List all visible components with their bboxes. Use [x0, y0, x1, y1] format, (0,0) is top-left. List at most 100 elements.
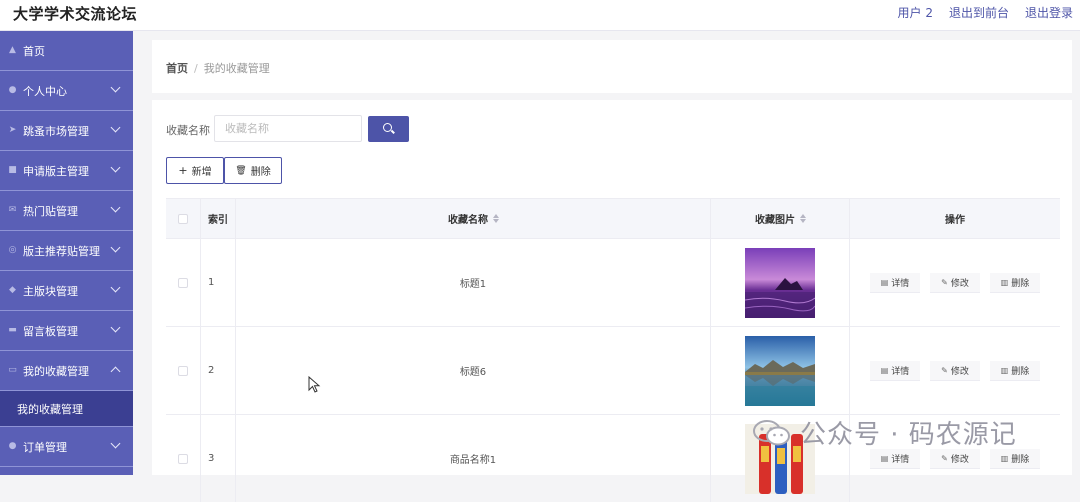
delete-row-button[interactable]: ▥ 删除 — [990, 272, 1040, 293]
sidebar-item-hot-posts[interactable]: ✉ 热门贴管理 — [0, 191, 133, 231]
edit-label: 修改 — [950, 454, 969, 465]
sidebar: ▲ 首页 ● 个人中心 ➤ 跳蚤市场管理 ■ 申请版主管理 ✉ 热门贴管理 ◎ … — [0, 31, 133, 475]
home-icon: ▲ — [9, 45, 16, 55]
sidebar-item-orders[interactable]: ● 订单管理 — [0, 427, 133, 467]
breadcrumb-home[interactable]: 首页 — [166, 62, 188, 75]
sidebar-item-favorites[interactable]: ▭ 我的收藏管理 — [0, 351, 133, 391]
search-input[interactable] — [214, 115, 362, 142]
logout-link[interactable]: 退出登录 — [1025, 4, 1073, 21]
message-icon: ▭ — [8, 365, 17, 375]
search-icon — [383, 123, 392, 132]
sidebar-item-market[interactable]: ➤ 跳蚤市场管理 — [0, 111, 133, 151]
user-menu-link[interactable]: 用户 2 — [898, 4, 933, 21]
sidebar-subitem-favorites[interactable]: 我的收藏管理 — [0, 391, 133, 427]
sidebar-item-guestbook[interactable]: ▬ 留言板管理 — [0, 311, 133, 351]
search-button[interactable] — [368, 116, 409, 142]
header-index: 索引 — [201, 199, 236, 238]
plus-icon: + — [178, 164, 188, 177]
lake-mountain-photo — [745, 335, 815, 406]
chevron-down-icon — [110, 162, 121, 173]
chevron-down-icon — [110, 322, 121, 333]
delete-label: 删除 — [1011, 454, 1030, 465]
row-image-cell — [711, 327, 850, 414]
sidebar-item-sections[interactable]: ◆ 主版块管理 — [0, 271, 133, 311]
edit-button[interactable]: ✎ 修改 — [930, 360, 980, 381]
app-title: 大学学术交流论坛 — [13, 5, 138, 23]
wechat-icon — [753, 419, 790, 445]
row-index: 1 — [201, 239, 236, 326]
sidebar-item-recommend[interactable]: ◎ 版主推荐贴管理 — [0, 231, 133, 271]
detail-button[interactable]: ▤ 详情 — [870, 360, 920, 381]
detail-icon: ▤ — [880, 277, 889, 287]
add-button[interactable]: + 新增 — [166, 157, 224, 184]
sidebar-item-home[interactable]: ▲ 首页 — [0, 31, 133, 71]
sidebar-item-label: 首页 — [23, 44, 45, 58]
row-ops: ▤ 详情 ✎ 修改 ▥ 删除 — [850, 239, 1060, 326]
trash-icon: ▥ — [1000, 365, 1009, 375]
edit-icon: ✎ — [941, 277, 948, 287]
send-icon: ➤ — [8, 125, 17, 135]
detail-button[interactable]: ▤ 详情 — [870, 272, 920, 293]
ticket-icon: ▬ — [8, 325, 17, 335]
user-icon: ● — [8, 85, 17, 95]
table-header: 索引 收藏名称 收藏图片 操作 — [166, 198, 1060, 238]
sidebar-item-label: 订单管理 — [23, 440, 67, 454]
breadcrumb-current: 我的收藏管理 — [203, 62, 270, 75]
trash-icon: 🗑 — [235, 165, 247, 176]
sidebar-item-personal[interactable]: ● 个人中心 — [0, 71, 133, 111]
add-button-label: 新增 — [191, 167, 212, 178]
sidebar-item-label: 我的收藏管理 — [23, 364, 89, 378]
select-all-checkbox[interactable] — [178, 213, 188, 224]
detail-icon: ▤ — [880, 453, 889, 463]
row-checkbox[interactable] — [178, 277, 188, 288]
header-image[interactable]: 收藏图片 — [711, 199, 850, 238]
row-checkbox-cell — [166, 415, 201, 502]
delete-button-label: 删除 — [250, 167, 271, 178]
back-to-front-link[interactable]: 退出到前台 — [949, 4, 1009, 21]
edit-button[interactable]: ✎ 修改 — [930, 272, 980, 293]
sidebar-item-label: 版主推荐贴管理 — [23, 244, 100, 258]
delete-label: 删除 — [1011, 366, 1030, 377]
row-checkbox[interactable] — [178, 365, 188, 376]
chevron-down-icon — [110, 438, 121, 449]
delete-row-button[interactable]: ▥ 删除 — [990, 360, 1040, 381]
chevron-down-icon — [110, 82, 121, 93]
sidebar-item-label: 主版块管理 — [23, 284, 78, 298]
row-image-cell — [711, 239, 850, 326]
watermark: 公众号 · 码农源记 — [752, 414, 1017, 451]
detail-label: 详情 — [891, 278, 910, 289]
row-checkbox[interactable] — [178, 453, 188, 464]
sidebar-item-label: 热门贴管理 — [23, 204, 78, 218]
header-checkbox-cell — [166, 199, 201, 238]
edit-icon: ✎ — [941, 453, 948, 463]
delete-row-button[interactable]: ▥ 删除 — [990, 448, 1040, 469]
sidebar-item-label: 申请版主管理 — [23, 164, 89, 178]
watermark-text: 公众号 · 码农源记 — [800, 420, 1017, 450]
chevron-down-icon — [110, 282, 121, 293]
detail-label: 详情 — [891, 366, 910, 377]
edit-label: 修改 — [950, 278, 969, 289]
top-links: 用户 2 退出到前台 退出登录 — [898, 4, 1073, 21]
row-name: 商品名称1 — [236, 415, 711, 502]
delete-button[interactable]: 🗑 删除 — [224, 157, 282, 184]
detail-icon: ▤ — [880, 365, 889, 375]
breadcrumb-separator: / — [194, 62, 198, 75]
chevron-down-icon — [110, 242, 121, 253]
sidebar-item-label: 留言板管理 — [23, 324, 78, 338]
header-name[interactable]: 收藏名称 — [236, 199, 711, 238]
detail-button[interactable]: ▤ 详情 — [870, 448, 920, 469]
chevron-down-icon — [110, 122, 121, 133]
table-row: 2 标题6 ▤ 详情 ✎ 修改 ▥ 删除 — [166, 326, 1060, 414]
header-ops: 操作 — [945, 215, 965, 226]
sort-icon — [800, 214, 805, 223]
row-name: 标题6 — [236, 327, 711, 414]
sidebar-item-label: 个人中心 — [23, 84, 67, 98]
sidebar-item-moderator-apply[interactable]: ■ 申请版主管理 — [0, 151, 133, 191]
edit-button[interactable]: ✎ 修改 — [930, 448, 980, 469]
edit-label: 修改 — [950, 366, 969, 377]
location-icon: ◆ — [9, 285, 16, 295]
favorites-table: 索引 收藏名称 收藏图片 操作 1 标题1 ▤ 详情 ✎ 修改 ▥ 删除 2 标… — [166, 198, 1060, 502]
mouse-cursor-icon — [308, 376, 321, 393]
document-icon: ■ — [8, 165, 17, 175]
delete-label: 删除 — [1011, 278, 1030, 289]
